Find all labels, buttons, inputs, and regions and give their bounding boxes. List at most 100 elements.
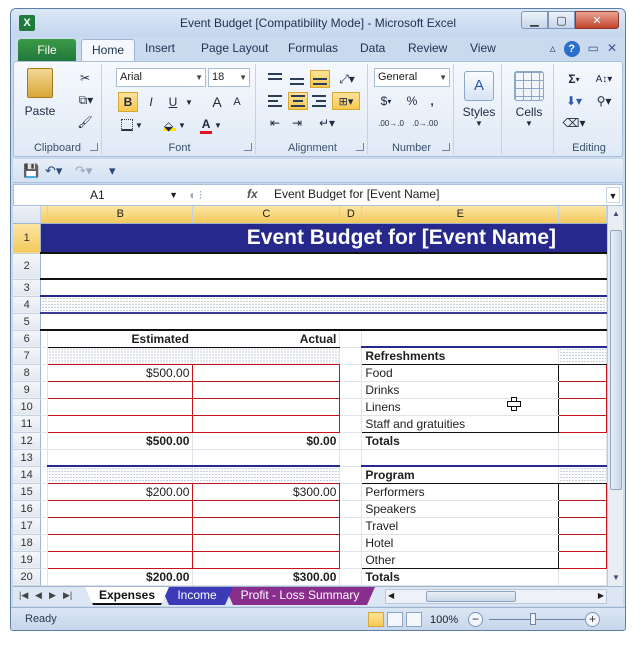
formula-bar-splitter-icon[interactable]: ◖ ⁝ [188, 188, 202, 202]
totals-label[interactable]: Totals [361, 568, 560, 586]
estimated-cell[interactable] [47, 551, 194, 569]
row-header[interactable]: 13 [13, 449, 42, 467]
save-icon[interactable]: 💾 [23, 163, 39, 179]
cell[interactable] [339, 432, 363, 450]
cut-button[interactable]: ✂ [76, 70, 94, 86]
row-header[interactable]: 2 [13, 253, 42, 280]
estimated-total[interactable]: $200.00 [47, 568, 194, 586]
insert-function-icon[interactable]: fx [247, 187, 258, 201]
cell[interactable] [40, 253, 607, 280]
line-item-label[interactable]: Travel [361, 517, 560, 535]
redo-icon[interactable]: ↷▾ [75, 163, 92, 179]
bold-button[interactable]: B [118, 92, 138, 112]
line-item-label[interactable]: Hotel [361, 534, 560, 552]
line-item-label[interactable]: Staff and gratuities [361, 415, 560, 433]
cell[interactable] [339, 534, 363, 552]
cell[interactable] [558, 517, 607, 535]
minimize-button[interactable]: ▁ [521, 11, 548, 29]
cell[interactable] [40, 449, 49, 467]
estimated-total[interactable]: $500.00 [47, 432, 194, 450]
tab-view[interactable]: View [470, 41, 496, 55]
underline-dropdown[interactable]: ▼ [184, 92, 194, 112]
column-header-f[interactable] [558, 206, 607, 224]
cell[interactable] [558, 415, 607, 433]
tab-data[interactable]: Data [360, 41, 385, 55]
row-header[interactable]: 4 [13, 296, 42, 314]
estimated-cell[interactable] [47, 517, 194, 535]
cell[interactable] [339, 551, 363, 569]
cell[interactable] [40, 279, 607, 297]
line-item-label[interactable]: Speakers [361, 500, 560, 518]
horizontal-scrollbar[interactable]: ◀ ▶ [385, 589, 607, 604]
cell[interactable] [558, 398, 607, 416]
maximize-button[interactable]: ▢ [548, 11, 575, 29]
cell[interactable] [339, 415, 363, 433]
align-bottom-button[interactable] [310, 70, 330, 88]
sheet-tab-profit-loss[interactable]: Profit - Loss Summary [225, 587, 375, 605]
column-header-b[interactable]: B [47, 206, 194, 224]
zoom-in-button[interactable]: + [585, 612, 600, 627]
row-header[interactable]: 16 [13, 500, 42, 518]
row-header[interactable]: 5 [13, 313, 42, 331]
page-layout-view-button[interactable] [387, 612, 403, 627]
actual-cell[interactable] [192, 500, 341, 518]
cell[interactable] [192, 347, 341, 365]
scroll-up-icon[interactable]: ▲ [610, 208, 622, 220]
font-color-button[interactable]: A ▼ [196, 116, 226, 134]
actual-cell[interactable] [192, 398, 341, 416]
orientation-button[interactable]: ⤢▾ [334, 70, 360, 88]
column-header-a[interactable] [40, 206, 49, 224]
cell[interactable] [339, 330, 363, 348]
last-sheet-icon[interactable]: ▶| [63, 590, 72, 601]
file-tab[interactable]: File [18, 39, 76, 61]
fill-color-button[interactable]: ⬙ ▼ [160, 116, 190, 134]
estimated-header[interactable]: Estimated [47, 330, 193, 348]
row-header[interactable]: 14 [13, 466, 42, 484]
row-header[interactable]: 17 [13, 517, 42, 535]
cell[interactable] [558, 500, 607, 518]
percent-button[interactable]: % [404, 92, 420, 110]
restore-workbook-icon[interactable]: ▭ [588, 41, 599, 57]
vertical-scrollbar[interactable]: ▲ ▼ [607, 206, 623, 586]
zoom-slider-handle[interactable] [530, 613, 536, 625]
shrink-font-button[interactable]: A [228, 92, 246, 112]
font-dialog-launcher[interactable] [244, 143, 252, 151]
row-header[interactable]: 8 [13, 364, 42, 382]
copy-button[interactable]: ⧉▾ [74, 92, 98, 108]
cell[interactable] [558, 432, 607, 450]
cell[interactable] [558, 465, 607, 484]
row-header[interactable]: 15 [13, 483, 42, 501]
sheet-table[interactable]: B C D E 1 Event Budget for [Event Name] … [13, 206, 607, 586]
fill-button[interactable]: ⬇▾ [560, 92, 588, 110]
cell[interactable] [558, 551, 607, 569]
tab-formulas[interactable]: Formulas [288, 41, 338, 55]
normal-view-button[interactable] [368, 612, 384, 627]
cell[interactable] [40, 313, 607, 331]
zoom-out-button[interactable]: − [468, 612, 483, 627]
scroll-down-icon[interactable]: ▼ [610, 572, 622, 584]
cell[interactable] [40, 534, 49, 552]
cell[interactable] [47, 347, 194, 365]
align-middle-button[interactable] [288, 70, 306, 88]
cell[interactable] [40, 466, 49, 484]
estimated-cell[interactable] [47, 500, 194, 518]
column-header-c[interactable]: C [192, 206, 341, 224]
minimize-ribbon-icon[interactable]: ▵ [550, 41, 556, 57]
line-item-label[interactable]: Drinks [361, 381, 560, 399]
cell[interactable] [339, 449, 363, 467]
row-header[interactable]: 11 [13, 415, 42, 433]
tab-insert[interactable]: Insert [145, 41, 175, 55]
decrease-indent-button[interactable]: ⇤ [266, 114, 284, 132]
cell[interactable] [40, 551, 49, 569]
cells-button[interactable]: Cells ▼ [512, 68, 546, 130]
align-left-button[interactable] [266, 92, 284, 110]
cell[interactable] [339, 517, 363, 535]
tab-review[interactable]: Review [408, 41, 447, 55]
grow-font-button[interactable]: A [208, 92, 226, 112]
cell[interactable] [339, 466, 363, 484]
increase-indent-button[interactable]: ⇥ [288, 114, 306, 132]
cell[interactable] [339, 347, 363, 365]
clear-button[interactable]: ⌫▾ [560, 114, 588, 132]
row-header[interactable]: 3 [13, 279, 42, 297]
line-item-label[interactable]: Performers [361, 483, 560, 501]
